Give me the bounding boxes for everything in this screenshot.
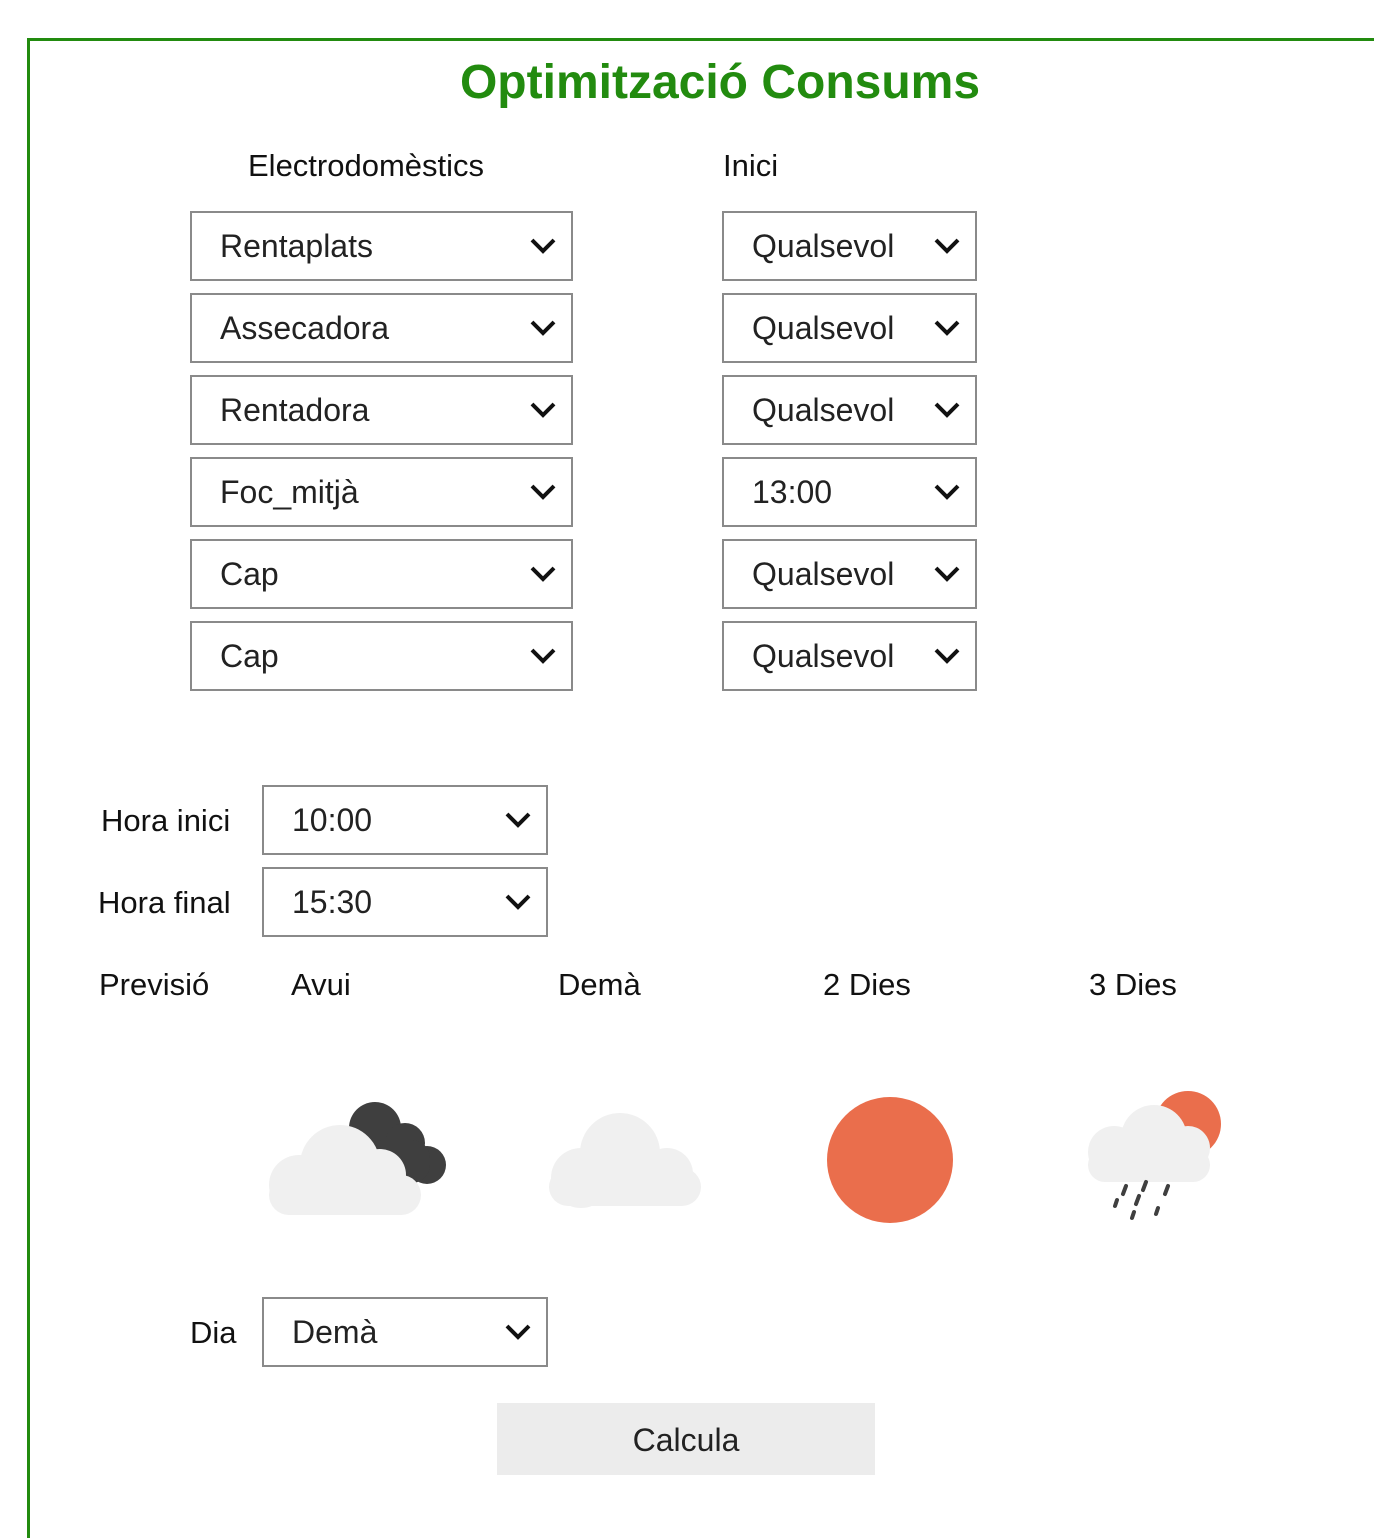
- forecast-label: Previsió: [99, 967, 210, 1002]
- end-hour-select[interactable]: 15:30: [262, 867, 548, 937]
- cloud-icon: [549, 1113, 701, 1208]
- chevron-down-icon: [934, 238, 960, 254]
- chevron-down-icon: [530, 320, 556, 336]
- day-select-value: Demà: [292, 1314, 378, 1350]
- start-select-value: Qualsevol: [752, 310, 895, 346]
- appliance-select-2[interactable]: Assecadora: [190, 293, 573, 363]
- chevron-down-icon: [934, 648, 960, 664]
- start-hour-select[interactable]: 10:00: [262, 785, 548, 855]
- appliance-select-value: Foc_mitjà: [220, 474, 359, 510]
- calculate-button[interactable]: Calcula: [497, 1403, 875, 1475]
- chevron-down-icon: [934, 402, 960, 418]
- appliance-select-value: Rentadora: [220, 392, 370, 428]
- start-select-5[interactable]: Qualsevol: [722, 539, 977, 609]
- cloudy-dark-cloud-icon: [269, 1102, 446, 1215]
- chevron-down-icon: [505, 894, 531, 910]
- forecast-day-tomorrow: Demà: [558, 967, 641, 1002]
- forecast-day-3: 3 Dies: [1089, 967, 1177, 1002]
- start-hour-label: Hora inici: [101, 803, 231, 838]
- start-header: Inici: [723, 148, 779, 183]
- day-select[interactable]: Demà: [262, 1297, 548, 1367]
- chevron-down-icon: [530, 648, 556, 664]
- rain-sun-cloud-icon: [1088, 1091, 1221, 1220]
- end-hour-value: 15:30: [292, 884, 373, 920]
- appliance-select-6[interactable]: Cap: [190, 621, 573, 691]
- start-hour-value: 10:00: [292, 802, 373, 838]
- start-select-value: 13:00: [752, 474, 833, 510]
- appliance-select-3[interactable]: Rentadora: [190, 375, 573, 445]
- chevron-down-icon: [530, 566, 556, 582]
- start-select-6[interactable]: Qualsevol: [722, 621, 977, 691]
- appliance-select-value: Assecadora: [220, 310, 389, 346]
- start-select-4[interactable]: 13:00: [722, 457, 977, 527]
- chevron-down-icon: [934, 484, 960, 500]
- page-title: Optimització Consums: [459, 56, 981, 109]
- chevron-down-icon: [505, 812, 531, 828]
- appliances-header: Electrodomèstics: [248, 148, 485, 183]
- forecast-day-2: 2 Dies: [823, 967, 911, 1002]
- start-select-value: Qualsevol: [752, 228, 895, 264]
- start-select-3[interactable]: Qualsevol: [722, 375, 977, 445]
- appliance-select-1[interactable]: Rentaplats: [190, 211, 573, 281]
- appliance-select-value: Cap: [220, 638, 279, 674]
- appliance-select-5[interactable]: Cap: [190, 539, 573, 609]
- chevron-down-icon: [934, 320, 960, 336]
- start-select-2[interactable]: Qualsevol: [722, 293, 977, 363]
- start-select-value: Qualsevol: [752, 638, 895, 674]
- end-hour-label: Hora final: [98, 885, 231, 920]
- sun-icon: [827, 1097, 953, 1223]
- start-select-value: Qualsevol: [752, 392, 895, 428]
- chevron-down-icon: [505, 1324, 531, 1340]
- chevron-down-icon: [934, 566, 960, 582]
- chevron-down-icon: [530, 402, 556, 418]
- start-select-1[interactable]: Qualsevol: [722, 211, 977, 281]
- appliance-select-value: Rentaplats: [220, 228, 373, 264]
- start-select-value: Qualsevol: [752, 556, 895, 592]
- appliance-select-value: Cap: [220, 556, 279, 592]
- day-label: Dia: [190, 1315, 237, 1350]
- forecast-day-today: Avui: [291, 967, 351, 1002]
- appliance-select-4[interactable]: Foc_mitjà: [190, 457, 573, 527]
- chevron-down-icon: [530, 238, 556, 254]
- chevron-down-icon: [530, 484, 556, 500]
